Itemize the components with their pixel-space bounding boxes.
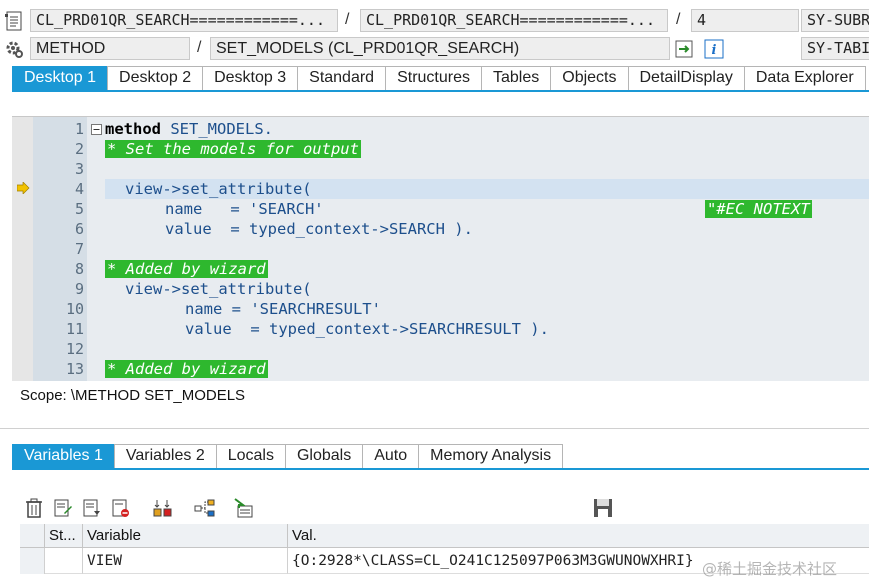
grid-corner: [20, 524, 45, 548]
code-line[interactable]: name = 'SEARCH': [165, 199, 324, 219]
pragma-comment: "#EC NOTEXT: [705, 199, 812, 219]
statement: name = 'SEARCHRESULT': [185, 300, 381, 318]
tab-desktop-2[interactable]: Desktop 2: [107, 66, 204, 90]
tab-tables[interactable]: Tables: [481, 66, 552, 90]
statement: value = typed_context->SEARCHRESULT ).: [185, 320, 549, 338]
line-number: 2: [74, 140, 84, 158]
line-number: 4: [74, 180, 84, 198]
desktop-tab-bar: Desktop 1 Desktop 2 Desktop 3 Standard Struc…: [12, 66, 869, 92]
tab-desktop-1[interactable]: Desktop 1: [12, 66, 109, 90]
code-line[interactable]: view->set_attribute(: [125, 179, 312, 199]
delete-icon[interactable]: [23, 497, 45, 519]
code-line[interactable]: * Added by wizard: [105, 359, 268, 379]
settings-gear-icon[interactable]: [3, 38, 25, 60]
tab-globals[interactable]: Globals: [284, 444, 364, 468]
svg-text:i: i: [712, 43, 717, 58]
line-number: 8: [74, 260, 84, 278]
compare-icon[interactable]: [152, 497, 174, 519]
column-header-variable[interactable]: Variable: [83, 524, 288, 548]
tab-data-explorer[interactable]: Data Explorer: [743, 66, 866, 90]
line-number: 7: [74, 240, 84, 258]
breakpoint-gutter[interactable]: [12, 117, 33, 381]
row-selector[interactable]: [20, 548, 45, 574]
column-header-value[interactable]: Val.: [288, 524, 869, 548]
tab-auto[interactable]: Auto: [362, 444, 420, 468]
current-line-arrow-icon: [16, 181, 30, 195]
navigate-icon[interactable]: [673, 38, 695, 60]
collapse-block-icon[interactable]: [90, 123, 102, 135]
event-name-field[interactable]: SET_MODELS (CL_PRD01QR_SEARCH): [210, 37, 670, 60]
detail-view-icon[interactable]: [81, 497, 103, 519]
comment: * Added by wizard: [105, 360, 268, 378]
separator: /: [345, 11, 350, 28]
watermark: @稀土掘金技术社区: [702, 560, 838, 578]
line-number: 12: [65, 340, 84, 358]
program-icon: [4, 10, 24, 32]
info-icon[interactable]: i: [703, 38, 725, 60]
code-line[interactable]: value = typed_context->SEARCH ).: [165, 219, 473, 239]
code-line[interactable]: * Set the models for output: [105, 139, 361, 159]
event-type-field[interactable]: METHOD: [30, 37, 190, 60]
line-number: 3: [74, 160, 84, 178]
line-number: 11: [65, 320, 84, 338]
keyword: method: [105, 120, 161, 138]
line-number-column: 1 2 3 4 5 6 7 8 9 10 11 12 13: [33, 117, 87, 381]
code-line[interactable]: value = typed_context->SEARCHRESULT ).: [185, 319, 549, 339]
comment: * Added by wizard: [105, 260, 268, 278]
code-line[interactable]: method SET_MODELS.: [105, 119, 273, 139]
hierarchy-icon[interactable]: [194, 497, 216, 519]
tab-objects[interactable]: Objects: [550, 66, 629, 90]
line-number: 13: [65, 360, 84, 378]
comment: * Set the models for output: [105, 140, 361, 158]
edit-variable-icon[interactable]: [52, 497, 74, 519]
line-number: 10: [65, 300, 84, 318]
panel-divider[interactable]: [0, 428, 869, 429]
line-number: 6: [74, 220, 84, 238]
main-program-field[interactable]: CL_PRD01QR_SEARCH============...: [30, 9, 338, 32]
tab-variables-1[interactable]: Variables 1: [12, 444, 115, 468]
tab-standard[interactable]: Standard: [297, 66, 387, 90]
tab-desktop-3[interactable]: Desktop 3: [202, 66, 299, 90]
table-cell-status: [45, 548, 83, 574]
tab-variables-2[interactable]: Variables 2: [113, 444, 217, 468]
export-icon[interactable]: [233, 497, 255, 519]
tab-detaildisplay[interactable]: DetailDisplay: [627, 66, 745, 90]
column-header-status[interactable]: St...: [45, 524, 83, 548]
code-line[interactable]: * Added by wizard: [105, 259, 268, 279]
line-number-field[interactable]: 4: [691, 9, 799, 32]
statement: name = 'SEARCH': [165, 200, 324, 218]
remove-icon[interactable]: [110, 497, 132, 519]
line-number: 5: [74, 200, 84, 218]
method-statement: method SET_MODELS.: [105, 120, 273, 138]
line-number: 9: [74, 280, 84, 298]
sy-tabix-field[interactable]: SY-TABIX: [801, 37, 869, 60]
scope-label: Scope: \METHOD SET_MODELS: [20, 387, 246, 404]
tab-structures[interactable]: Structures: [385, 66, 482, 90]
line-number: 1: [74, 120, 84, 138]
save-icon[interactable]: [592, 497, 614, 519]
statement: view->set_attribute(: [125, 180, 312, 198]
table-cell-variable[interactable]: VIEW: [83, 548, 288, 574]
source-code-editor[interactable]: 1 2 3 4 5 6 7 8 9 10 11 12 13 method SET_MODELS. * Se…: [12, 116, 869, 381]
separator: /: [197, 39, 202, 56]
include-field[interactable]: CL_PRD01QR_SEARCH============...: [360, 9, 668, 32]
code-line[interactable]: name = 'SEARCHRESULT': [185, 299, 381, 319]
variables-tab-bar: Variables 1 Variables 2 Locals Globals Auto M…: [12, 444, 869, 470]
tab-memory-analysis[interactable]: Memory Analysis: [418, 444, 564, 468]
code-line[interactable]: view->set_attribute(: [125, 279, 312, 299]
pragma-text: "#EC NOTEXT: [705, 200, 812, 218]
tab-locals[interactable]: Locals: [215, 444, 286, 468]
statement: value = typed_context->SEARCH ).: [165, 220, 473, 238]
sy-subrc-field[interactable]: SY-SUBRC: [801, 9, 869, 32]
separator: /: [676, 11, 681, 28]
statement: view->set_attribute(: [125, 280, 312, 298]
